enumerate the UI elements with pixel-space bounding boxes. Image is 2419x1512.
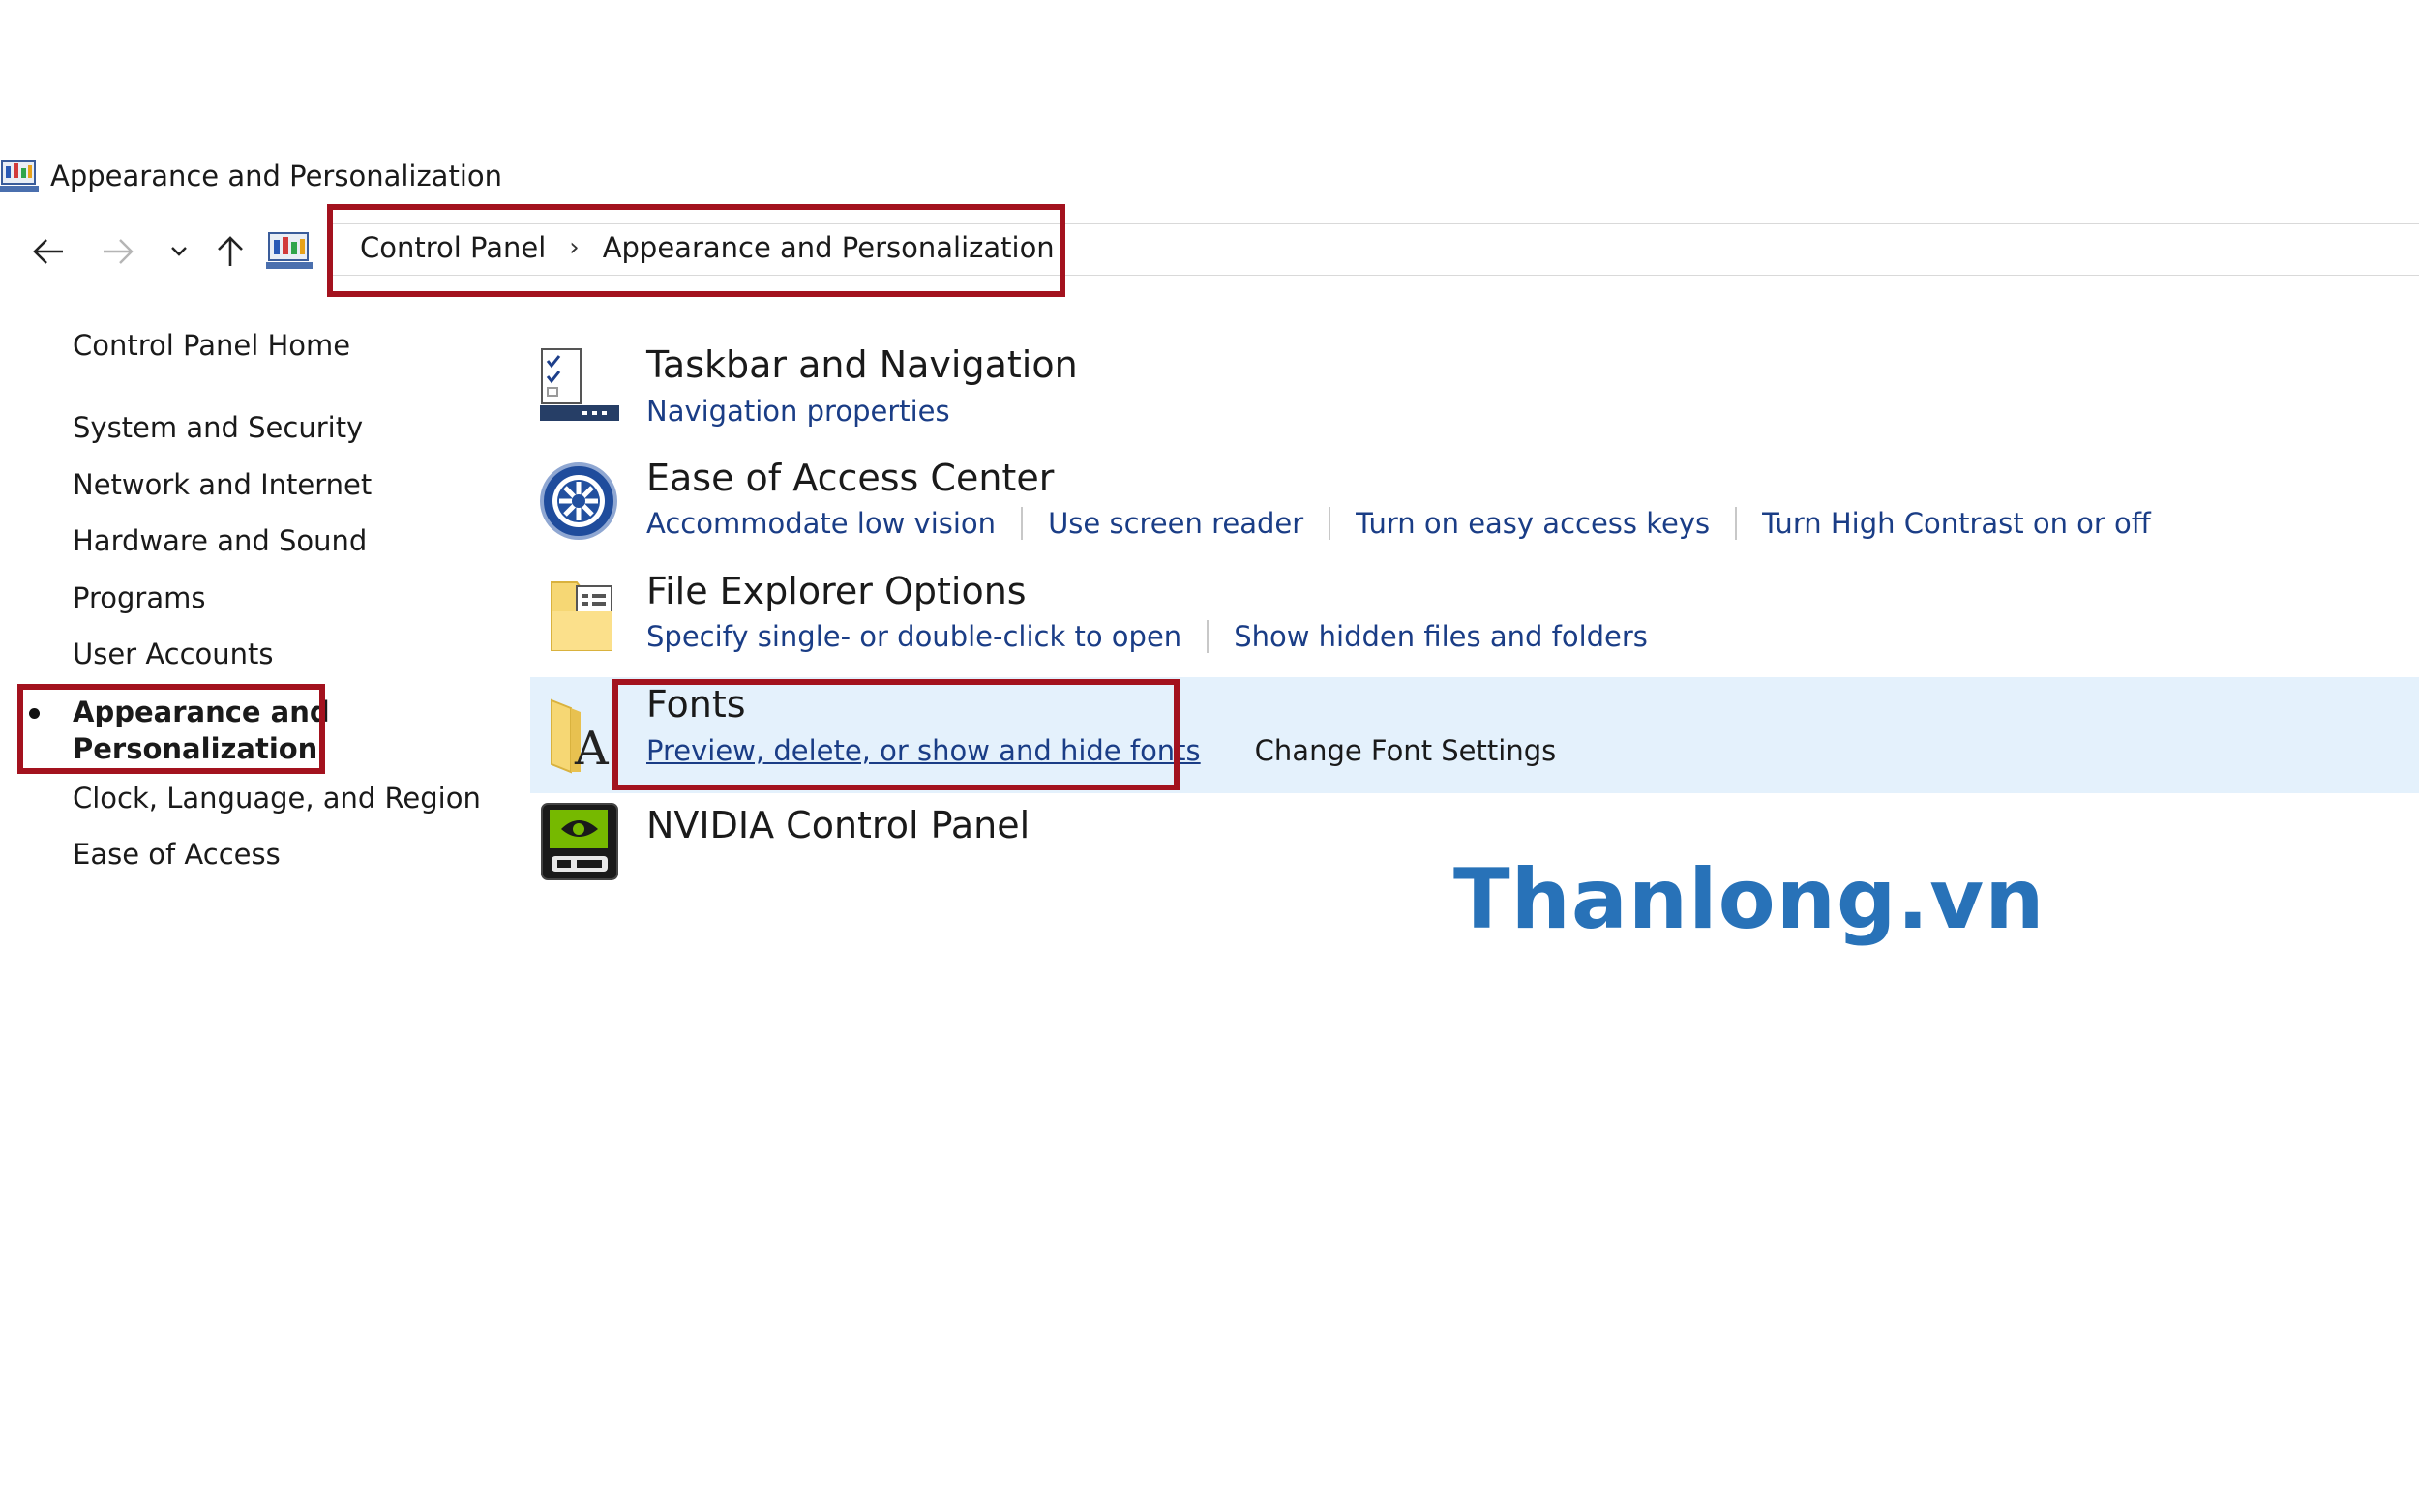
forward-button[interactable] [97, 230, 139, 273]
taskbar-links: Navigation properties [646, 395, 950, 428]
recent-locations-button[interactable] [164, 232, 194, 271]
sidebar-item-hardware-sound[interactable]: Hardware and Sound [73, 524, 367, 557]
sidebar-item-ease-of-access[interactable]: Ease of Access [73, 838, 281, 871]
turn-high-contrast-link[interactable]: Turn High Contrast on or off [1762, 507, 2151, 540]
ease-of-access-center-title[interactable]: Ease of Access Center [646, 457, 1054, 499]
link-divider [1207, 620, 1210, 653]
taskbar-icon[interactable] [538, 343, 621, 427]
use-screen-reader-link[interactable]: Use screen reader [1048, 507, 1303, 540]
up-button[interactable] [211, 230, 250, 273]
fonts-highlight-box [612, 679, 1180, 790]
control-panel-icon [0, 157, 39, 193]
breadcrumb-highlight-box [327, 204, 1065, 297]
chevron-down-icon [171, 247, 187, 256]
specify-click-to-open-link[interactable]: Specify single- or double-click to open [646, 620, 1181, 653]
svg-text:A: A [574, 722, 610, 776]
file-explorer-links: Specify single- or double-click to open … [646, 620, 1648, 653]
nvidia-control-panel-title[interactable]: NVIDIA Control Panel [646, 804, 1030, 846]
file-explorer-options-title[interactable]: File Explorer Options [646, 570, 1027, 612]
taskbar-navigation-title[interactable]: Taskbar and Navigation [646, 343, 1078, 386]
sidebar-highlight-box [17, 684, 325, 774]
fonts-folder-icon[interactable]: A [538, 695, 621, 778]
up-arrow-icon [218, 236, 243, 266]
link-divider [1735, 507, 1738, 540]
window-title: Appearance and Personalization [50, 160, 503, 193]
link-divider [1329, 507, 1331, 540]
link-divider [1021, 507, 1024, 540]
nvidia-icon[interactable] [538, 800, 621, 883]
turn-on-easy-access-keys-link[interactable]: Turn on easy access keys [1356, 507, 1710, 540]
sidebar-item-clock-language-region[interactable]: Clock, Language, and Region [73, 782, 481, 815]
navigation-properties-link[interactable]: Navigation properties [646, 395, 950, 428]
sidebar-item-programs[interactable]: Programs [73, 581, 205, 614]
forward-arrow-icon [104, 239, 134, 264]
folder-options-icon[interactable] [538, 573, 621, 656]
back-button[interactable] [27, 230, 70, 273]
sidebar-item-network-internet[interactable]: Network and Internet [73, 468, 372, 501]
sidebar-item-control-panel-home[interactable]: Control Panel Home [73, 329, 350, 362]
accommodate-low-vision-link[interactable]: Accommodate low vision [646, 507, 996, 540]
watermark-logo: Thanlong.vn [1453, 851, 2046, 948]
change-font-settings-link[interactable]: Change Font Settings [1255, 734, 1557, 767]
show-hidden-files-link[interactable]: Show hidden files and folders [1234, 620, 1648, 653]
ease-of-access-icon[interactable] [538, 459, 621, 542]
sidebar-item-user-accounts[interactable]: User Accounts [73, 637, 274, 670]
sidebar-item-system-security[interactable]: System and Security [73, 411, 363, 444]
back-arrow-icon [33, 239, 63, 264]
address-control-panel-icon [266, 227, 313, 272]
ease-of-access-links: Accommodate low vision Use screen reader… [646, 507, 2151, 540]
